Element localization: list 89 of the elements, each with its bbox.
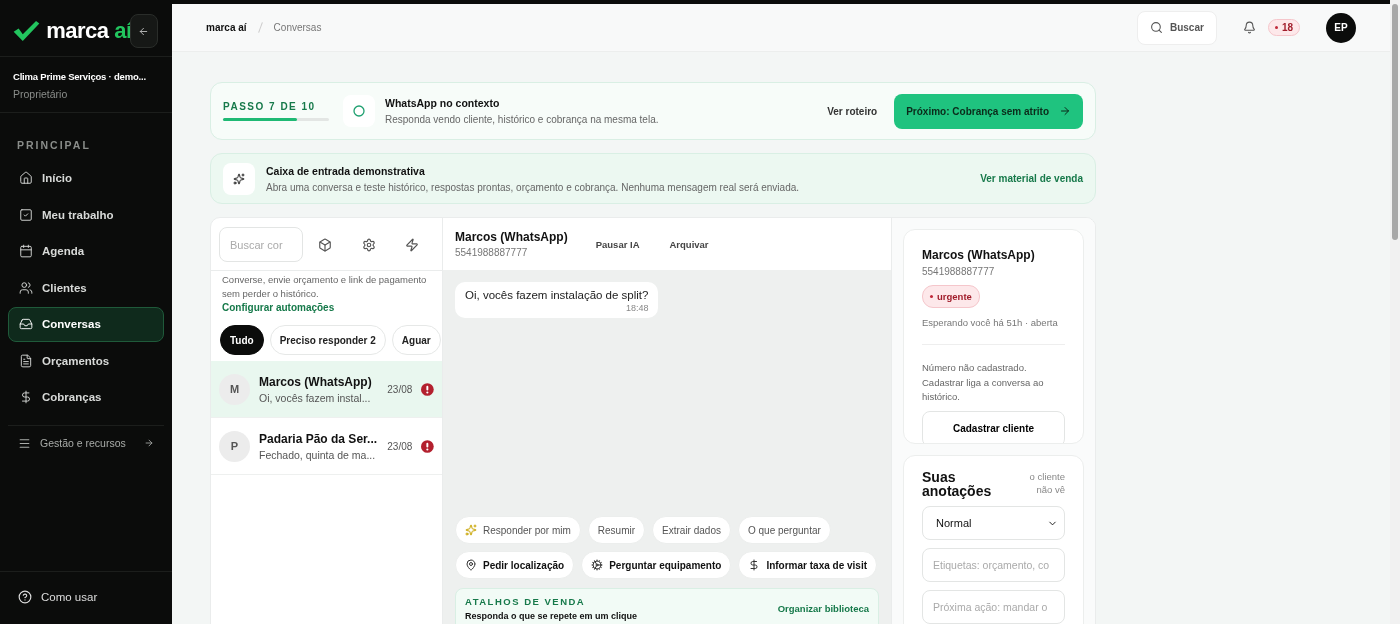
map-pin-icon [465,559,477,571]
conversation-name: Marcos (WhatsApp) [259,374,373,389]
house-icon [19,171,33,186]
chat-contact-phone: 5541988887777 [455,247,529,258]
search-field[interactable]: Buscar cor [219,227,303,262]
message-text: Oi, vocês fazem instalação de split? [465,289,649,301]
sparkles-icon [465,524,477,536]
cog-icon [591,559,604,571]
search-button[interactable]: Buscar [1136,10,1217,45]
dollar-icon [748,559,761,571]
next-action-field[interactable]: Próxima ação: mandar o [922,590,1065,624]
checkbox-icon [19,207,33,222]
tags-field[interactable]: Etiquetas: orçamento, co [922,548,1065,582]
conversation-date: 23/08 [387,440,413,452]
contact-avatar: M [219,373,250,405]
register-client-button[interactable]: Cadastrar cliente [922,410,1065,443]
conversation-preview: Oi, vocês fazem instal... [259,391,372,404]
quick-action-button[interactable]: Responder por mim [455,516,581,544]
breadcrumb-item: Conversas [273,22,322,33]
bell-icon[interactable] [1242,21,1256,34]
quick-action-button[interactable]: Resumir [587,516,646,544]
shortcuts-subtitle: Responda o que se repete em um clique [465,611,638,621]
priority-select[interactable]: Normal [922,506,1065,540]
contact-avatar: P [219,430,250,462]
document-icon [19,353,33,368]
nav-item[interactable]: Conversas [8,307,164,342]
contact-phone: 5541988887777 [922,266,996,277]
shortcuts-title: ATALHOS DE VENDA [465,596,587,607]
help-link[interactable]: Como usar [0,571,172,624]
breadcrumb-item[interactable]: marca aí [206,22,247,33]
quick-action-button[interactable]: Informar taxa de visit [738,551,877,579]
step-subtitle: Responda vendo cliente, histórico e cobrança na mesma tela. [385,114,659,125]
collapse-button[interactable] [129,14,158,48]
section-heading: PRINCIPAL [16,138,92,153]
nav-item[interactable]: Agenda [8,234,164,269]
calendar-icon [19,244,33,259]
sparkles-icon [233,172,245,185]
user-role: Proprietário [13,88,69,100]
quick-action-button[interactable]: Perguntar equipamento [581,551,732,579]
quick-action-button[interactable]: O que perguntar [737,516,831,544]
conversation-name: Padaria Pão da Ser... [259,431,379,446]
dollar-icon [19,390,33,405]
message-time: 18:48 [624,303,649,313]
sales-material-link[interactable]: Ver material de venda [980,173,1083,184]
scrollbar-thumb[interactable] [1392,4,1398,240]
step-label: PASSO 7 DE 10 [223,101,317,112]
arrow-right-icon [1059,105,1071,117]
arrow-left-icon [138,25,150,37]
nav-item[interactable]: Clientes [8,270,164,305]
filter-chip[interactable]: Preciso responder 2 [269,325,386,355]
contact-status: Esperando você há 51h · aberta [922,317,1065,345]
quick-action-button[interactable]: Pedir localização [455,551,575,579]
next-step-button[interactable]: Próximo: Cobrança sem atrito [894,93,1083,129]
chat-contact-name: Marcos (WhatsApp) [455,230,568,244]
notes-title: Suas anotações [922,470,993,498]
quick-action-button[interactable]: Extrair dados [652,516,731,544]
contact-note: Número não cadastrado. Cadastrar liga a conversa ao histórico. [922,361,1045,404]
urgency-tag: urgente [922,285,980,308]
list-description: Converse, envie orçamento e link de pagamento sem perder o histórico. Configurar automações [221,273,428,315]
filter-chip[interactable]: Tudo [220,325,264,355]
library-link[interactable]: Organizar biblioteca [777,603,869,614]
nav-item[interactable]: Cobranças [8,380,164,415]
arrow-right-icon [144,438,154,448]
nav-item[interactable]: Orçamentos [8,343,164,378]
circle-icon [353,105,365,117]
filter-chip[interactable]: Aguar [391,325,441,355]
user-avatar[interactable]: EP [1326,12,1356,43]
users-icon [19,280,33,295]
notes-hint: o cliente não vê [1028,470,1065,496]
help-icon [18,590,32,604]
banner-title: Caixa de entrada demonstrativa [266,164,426,177]
chat-action-button[interactable]: Arquivar [663,238,715,250]
conversation-item[interactable]: M Marcos (WhatsApp) Oi, vocês fazem instal... 23/08 [211,361,442,418]
nav-item[interactable]: Início [8,161,164,196]
step-title: WhatsApp no contexto [385,97,501,109]
nav-item[interactable]: Gestão e recursos [8,424,164,461]
automations-link[interactable]: Configurar automações [222,302,335,313]
inbox-icon [19,317,33,332]
conversation-preview: Fechado, quinta de ma... [259,448,377,461]
notification-count: 18 [1267,19,1300,36]
search-icon [1149,21,1163,34]
contact-name: Marcos (WhatsApp) [922,248,1036,262]
banner-text: Abra uma conversa e teste histórico, respostas prontas, orçamento e cobrança. Nenhuma mensagem real será enviada. [266,181,800,193]
menu-icon [18,436,31,450]
conversation-date: 23/08 [387,383,413,395]
nav-item[interactable]: Meu trabalho [8,197,164,232]
script-link[interactable]: Ver roteiro [827,105,878,117]
chat-action-button[interactable]: Pausar IA [589,238,646,250]
organization-name: Clima Prime Serviços · demo... [13,71,146,82]
